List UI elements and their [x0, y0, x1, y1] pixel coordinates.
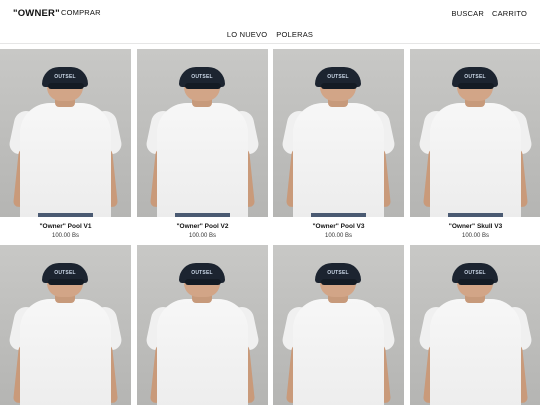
product-photo[interactable]: OUTSEL [137, 245, 268, 405]
jeans [175, 213, 230, 217]
product-photo[interactable]: OUTSEL [0, 245, 131, 405]
product-card[interactable]: OUTSEL [410, 245, 540, 405]
cap-print: OUTSEL [191, 270, 213, 276]
product-name[interactable]: "Owner" Pool V2 [137, 223, 268, 230]
brand-logo[interactable]: "OWNER" [13, 8, 60, 19]
product-card[interactable]: OUTSEL [0, 245, 131, 405]
cap-brim [185, 279, 221, 285]
site-header: "OWNER" COMPRAR BUSCAR CARRITO LO NUEVO … [0, 0, 540, 44]
white-tshirt [430, 103, 521, 217]
product-photo[interactable]: OUTSEL [0, 49, 131, 217]
nav-shop-link[interactable]: COMPRAR [61, 8, 101, 17]
product-price: 100.00 Bs [324, 233, 353, 239]
product-card[interactable]: OUTSEL [273, 245, 404, 405]
category-shirts[interactable]: POLERAS [276, 30, 313, 39]
search-link[interactable]: BUSCAR [452, 9, 484, 18]
cap-brim [48, 279, 84, 285]
cap-brim [458, 279, 494, 285]
white-tshirt [20, 299, 111, 405]
category-nav: LO NUEVO POLERAS [0, 30, 540, 39]
product-photo[interactable]: OUTSEL [273, 49, 404, 217]
cap-print: OUTSEL [464, 74, 486, 80]
product-price: 100.00 Bs [461, 233, 490, 239]
cart-link[interactable]: CARRITO [492, 9, 527, 18]
nav-right-group: BUSCAR CARRITO [452, 9, 527, 18]
product-name[interactable]: "Owner" Skull V3 [410, 223, 540, 230]
cap-brim [321, 83, 357, 89]
product-card[interactable]: OUTSEL "Owner" Pool V3 100.00 Bs [273, 49, 404, 239]
product-card[interactable]: OUTSEL [137, 245, 268, 405]
cap-print: OUTSEL [54, 270, 76, 276]
product-photo[interactable]: OUTSEL [137, 49, 268, 217]
white-tshirt [20, 103, 111, 217]
jeans [311, 213, 366, 217]
product-price: 100.00 Bs [188, 233, 217, 239]
cap-brim [185, 83, 221, 89]
white-tshirt [293, 103, 384, 217]
product-price: 100.00 Bs [51, 233, 80, 239]
category-new[interactable]: LO NUEVO [227, 30, 267, 39]
product-name[interactable]: "Owner" Pool V3 [273, 223, 404, 230]
jeans [38, 213, 93, 217]
cap-print: OUTSEL [54, 74, 76, 80]
product-name[interactable]: "Owner" Pool V1 [0, 223, 131, 230]
cap-print: OUTSEL [327, 270, 349, 276]
white-tshirt [293, 299, 384, 405]
product-photo[interactable]: OUTSEL [410, 245, 540, 405]
cap-print: OUTSEL [191, 74, 213, 80]
product-card[interactable]: OUTSEL "Owner" Skull V3 100.00 Bs [410, 49, 540, 239]
cap-brim [458, 83, 494, 89]
white-tshirt [430, 299, 521, 405]
jeans [448, 213, 503, 217]
header-divider [0, 43, 540, 44]
product-photo[interactable]: OUTSEL [410, 49, 540, 217]
cap-brim [321, 279, 357, 285]
cap-print: OUTSEL [464, 270, 486, 276]
product-card[interactable]: OUTSEL "Owner" Pool V1 100.00 Bs [0, 49, 131, 239]
cap-print: OUTSEL [327, 74, 349, 80]
white-tshirt [157, 299, 248, 405]
cap-brim [48, 83, 84, 89]
product-card[interactable]: OUTSEL "Owner" Pool V2 100.00 Bs [137, 49, 268, 239]
product-photo[interactable]: OUTSEL [273, 245, 404, 405]
white-tshirt [157, 103, 248, 217]
